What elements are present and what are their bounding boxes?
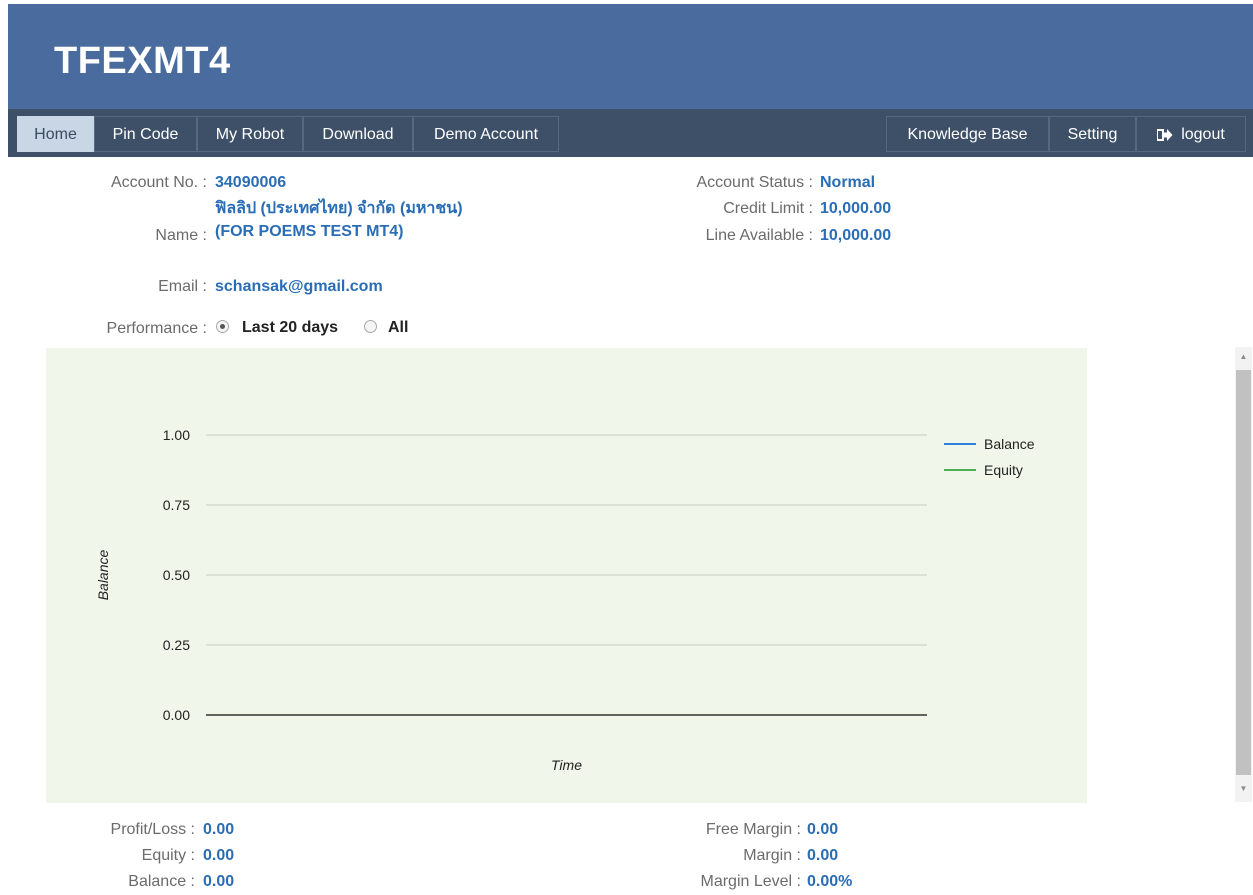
y-tick-label: 0.75: [163, 497, 190, 513]
nav-pin-code[interactable]: Pin Code: [94, 116, 197, 152]
radio-last-20-days[interactable]: [216, 320, 229, 333]
nav-demo-account[interactable]: Demo Account: [413, 116, 559, 152]
balance-value: 0.00: [203, 873, 235, 890]
name-value: ฟิลลิป (ประเทศไทย) จำกัด (มหาชน) (FOR PO…: [215, 200, 463, 240]
header-banner: TFEXMT4: [8, 4, 1253, 109]
margin-value: 0.00: [807, 847, 839, 864]
margin-label: Margin :: [743, 847, 801, 864]
radio-last-20-days-label[interactable]: Last 20 days: [242, 319, 338, 337]
free-margin-label: Free Margin :: [705, 821, 801, 838]
profit-loss-label: Profit/Loss :: [110, 821, 195, 838]
performance-chart: 0.00 0.25 0.50 0.75 1.00 Balance Time Balance Eq…: [95, 427, 1035, 773]
nav-logout[interactable]: logout: [1136, 116, 1246, 152]
logout-icon: [1157, 128, 1173, 141]
margin-level-label: Margin Level :: [700, 873, 802, 890]
scroll-up-arrow-icon[interactable]: ▲: [1235, 348, 1252, 366]
y-tick-label: 0.25: [163, 637, 190, 653]
nav-my-robot[interactable]: My Robot: [197, 116, 303, 152]
account-no-value: 34090006: [215, 174, 287, 191]
balance-label: Balance :: [128, 873, 195, 890]
nav-knowledge-base[interactable]: Knowledge Base: [886, 116, 1049, 152]
y-axis-label: Balance: [95, 549, 111, 600]
credit-limit-label: Credit Limit :: [723, 200, 813, 217]
account-status-label: Account Status :: [696, 174, 813, 191]
performance-label: Performance :: [106, 320, 207, 337]
email-label: Email :: [158, 278, 207, 295]
line-available-label: Line Available :: [705, 227, 813, 244]
margin-level-value: 0.00%: [807, 873, 853, 890]
radio-all[interactable]: [364, 320, 377, 333]
nav-setting[interactable]: Setting: [1049, 116, 1136, 152]
nav-home[interactable]: Home: [17, 116, 94, 152]
scroll-down-arrow-icon[interactable]: ▼: [1235, 780, 1252, 798]
logout-label: logout: [1181, 126, 1225, 143]
main-navbar: Home Pin Code My Robot Download Demo Acc…: [8, 109, 1253, 157]
credit-limit-value: 10,000.00: [820, 200, 892, 217]
profit-loss-value: 0.00: [203, 821, 235, 838]
email-value: schansak@gmail.com: [215, 278, 383, 295]
name-label: Name :: [155, 227, 207, 244]
y-tick-label: 0.00: [163, 707, 190, 723]
brand-title: TFEXMT4: [54, 40, 231, 82]
line-available-value: 10,000.00: [820, 227, 892, 244]
nav-download[interactable]: Download: [303, 116, 413, 152]
equity-label: Equity :: [141, 847, 195, 864]
legend-label-balance: Balance: [984, 436, 1035, 452]
free-margin-value: 0.00: [807, 821, 839, 838]
app-root: TFEXMT4 Home Pin Code My Robot Download …: [0, 0, 1253, 895]
y-tick-label: 0.50: [163, 567, 190, 583]
performance-chart-panel: 0.00 0.25 0.50 0.75 1.00 Balance Time Balance Eq…: [46, 348, 1087, 803]
account-no-label: Account No. :: [110, 174, 207, 191]
equity-value: 0.00: [203, 847, 235, 864]
legend-label-equity: Equity: [984, 462, 1023, 478]
scrollbar-thumb[interactable]: [1236, 370, 1251, 775]
x-axis-label: Time: [551, 757, 582, 773]
radio-all-label[interactable]: All: [388, 319, 408, 337]
account-status-value: Normal: [820, 174, 876, 191]
y-tick-label: 1.00: [163, 427, 190, 443]
